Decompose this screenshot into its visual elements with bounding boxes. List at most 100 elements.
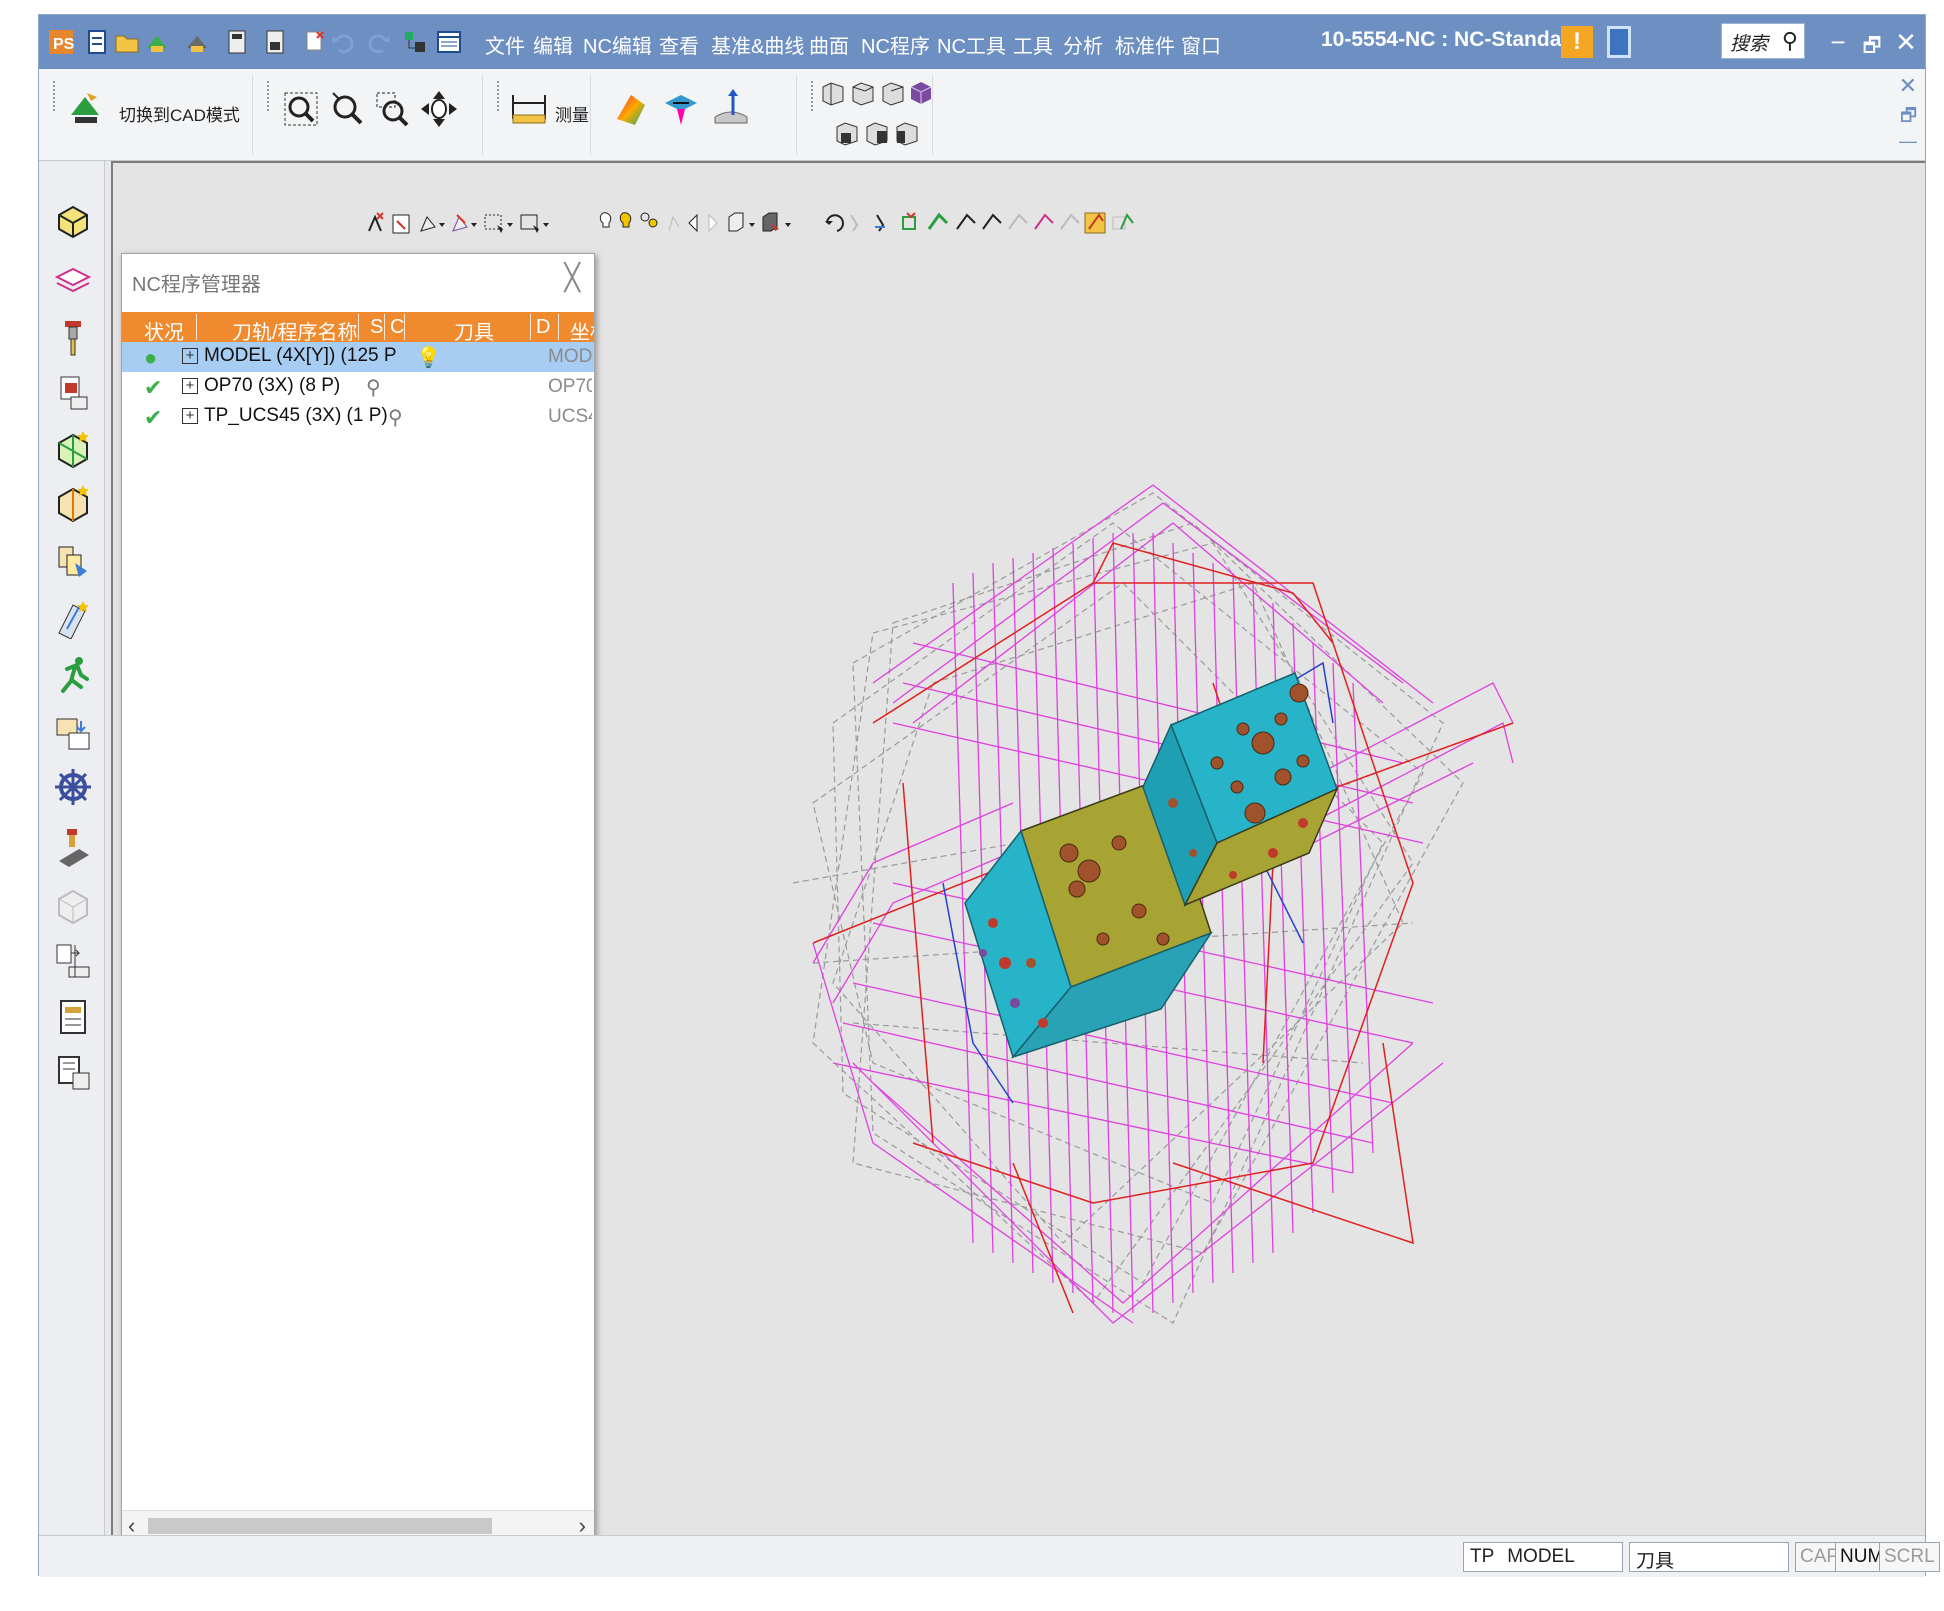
block-icon[interactable]: [53, 201, 93, 241]
menu-view[interactable]: 查看: [659, 30, 699, 59]
machine-wheel-icon[interactable]: [53, 767, 93, 807]
menu-datum-curve[interactable]: 基准&曲线: [711, 30, 804, 59]
column-toolpath-name[interactable]: 刀轨/程序名称: [232, 316, 358, 345]
menu-nc-edit[interactable]: NC编辑: [583, 30, 652, 59]
nc-post-icon[interactable]: [53, 941, 93, 981]
view-front-icon[interactable]: [863, 119, 891, 147]
tree-options-icon[interactable]: [401, 28, 429, 56]
calculator-icon[interactable]: [223, 28, 251, 56]
column-s[interactable]: S: [370, 316, 383, 339]
zoom-fit-icon[interactable]: [281, 89, 321, 129]
nc-row-op70[interactable]: ✔ + OP70 (3X) (8 P) ⚲ OP70: [122, 372, 594, 402]
boundary-icon[interactable]: [53, 483, 93, 523]
delete-icon[interactable]: [301, 28, 329, 56]
menu-nc-program[interactable]: NC程序: [861, 30, 930, 59]
column-coord[interactable]: 坐标: [570, 316, 594, 345]
scroll-thumb[interactable]: [148, 1518, 492, 1534]
tp-value: MODEL: [1507, 1546, 1575, 1567]
ribbon-restore-button[interactable]: 🗗: [1900, 103, 1917, 133]
menu-nc-tool[interactable]: NC工具: [937, 30, 1006, 59]
row-name[interactable]: MODEL (4X[Y]) (125 P: [204, 345, 397, 367]
toolbar-grip[interactable]: [811, 81, 816, 111]
restore-button[interactable]: 🗗: [1857, 31, 1887, 65]
ribbon-close-button[interactable]: ✕: [1899, 73, 1917, 99]
view-top-icon[interactable]: [833, 119, 861, 147]
view-iso1-icon[interactable]: [819, 79, 847, 107]
menu-window[interactable]: 窗口: [1181, 30, 1221, 59]
toolpath-status-field[interactable]: TP MODEL: [1463, 1542, 1623, 1572]
open-folder-icon[interactable]: [113, 28, 141, 56]
surface-normal-icon[interactable]: [711, 87, 751, 127]
visibility-bulb-off-icon[interactable]: ⚲: [388, 405, 403, 430]
tool-icon[interactable]: [53, 317, 93, 357]
redo-icon[interactable]: [365, 28, 393, 56]
menu-tools[interactable]: 工具: [1013, 30, 1053, 59]
new-file-icon[interactable]: [83, 28, 111, 56]
column-d[interactable]: D: [536, 316, 550, 339]
column-c[interactable]: C: [390, 316, 404, 339]
view-iso2-icon[interactable]: [849, 79, 877, 107]
menu-analysis[interactable]: 分析: [1063, 30, 1103, 59]
nc-manager-close-button[interactable]: ╳: [564, 262, 580, 293]
pan-icon[interactable]: [419, 89, 459, 129]
machine-tool-icon[interactable]: [53, 827, 93, 867]
shaded-view-icon[interactable]: [611, 89, 651, 129]
zoom-in-icon[interactable]: [327, 89, 367, 129]
nc-document-icon[interactable]: [53, 997, 93, 1037]
warning-button[interactable]: !: [1561, 26, 1593, 58]
close-button[interactable]: ✕: [1891, 27, 1921, 58]
window-layout-icon[interactable]: [435, 28, 463, 56]
toolbar-grip[interactable]: [53, 81, 58, 111]
simulate-run-icon[interactable]: [53, 655, 93, 695]
save-indicator-icon[interactable]: [1607, 26, 1631, 58]
menu-edit[interactable]: 编辑: [533, 30, 573, 59]
import-model-icon[interactable]: [143, 28, 171, 56]
menu-standard-parts[interactable]: 标准件: [1115, 30, 1175, 59]
app-logo-icon: PS: [49, 30, 75, 54]
ribbon-minimize-button[interactable]: —: [1899, 131, 1917, 152]
row-name[interactable]: OP70 (3X) (8 P): [204, 375, 340, 397]
nc-row-tp-ucs45[interactable]: ✔ + TP_UCS45 (3X) (1 P) ⚲ UCS4: [122, 402, 594, 432]
view-iso3-icon[interactable]: [879, 79, 907, 107]
expand-icon[interactable]: +: [182, 408, 198, 424]
toolbar-grip[interactable]: [497, 81, 502, 111]
switch-cad-icon[interactable]: [65, 87, 105, 127]
tool-status-field[interactable]: 刀具: [1629, 1542, 1789, 1572]
measure-icon[interactable]: [509, 89, 549, 129]
search-icon[interactable]: ⚲: [1782, 28, 1798, 54]
inactive-stock-icon: [58, 889, 88, 925]
view-shaded-cube-icon[interactable]: [907, 79, 935, 107]
scrl-indicator: SCRL: [1879, 1542, 1940, 1572]
visibility-bulb-off-icon[interactable]: ⚲: [366, 375, 381, 400]
visibility-bulb-on-icon[interactable]: 💡: [416, 345, 441, 370]
nc-report-icon[interactable]: [53, 1053, 93, 1093]
menu-surface[interactable]: 曲面: [809, 30, 849, 59]
search-box[interactable]: 搜索 ⚲: [1721, 23, 1805, 59]
undo-icon[interactable]: [329, 28, 357, 56]
stock-plane-icon[interactable]: [53, 259, 93, 299]
toolpath-edit-icon[interactable]: [53, 599, 93, 639]
expand-icon[interactable]: +: [182, 348, 198, 364]
zoom-box-icon[interactable]: [373, 89, 413, 129]
row-name[interactable]: TP_UCS45 (3X) (1 P): [204, 405, 388, 427]
transfer-icon[interactable]: [53, 713, 93, 753]
nc-row-model[interactable]: ● + MODEL (4X[Y]) (125 P 💡 MODE: [122, 342, 594, 372]
view-right-icon[interactable]: [893, 119, 921, 147]
column-tool[interactable]: 刀具: [454, 316, 494, 345]
status-bar: TP MODEL 刀具 CAP NUM SCRL: [39, 1535, 1940, 1577]
export-model-icon[interactable]: [183, 28, 211, 56]
expand-icon[interactable]: +: [182, 378, 198, 394]
measure-label[interactable]: 测量: [555, 101, 589, 126]
new-toolpath-icon[interactable]: [53, 429, 93, 469]
save-calc-icon[interactable]: [261, 28, 289, 56]
column-status[interactable]: 状况: [144, 316, 184, 345]
switch-cad-label[interactable]: 切换到CAD模式: [119, 101, 240, 126]
minimize-button[interactable]: −: [1823, 27, 1853, 58]
toolbar-grip[interactable]: [267, 81, 272, 111]
feature-set-icon[interactable]: [53, 373, 93, 413]
ribbon: 切换到CAD模式 测量 ✕ �: [39, 69, 1925, 161]
draft-angle-icon[interactable]: [661, 89, 701, 129]
nc-program-manager[interactable]: NC程序管理器 ╳ 状况 刀轨/程序名称 S C 刀具 D 坐标 ● + MOD…: [121, 253, 595, 1541]
menu-file[interactable]: 文件: [485, 30, 525, 59]
pattern-icon[interactable]: [53, 541, 93, 581]
